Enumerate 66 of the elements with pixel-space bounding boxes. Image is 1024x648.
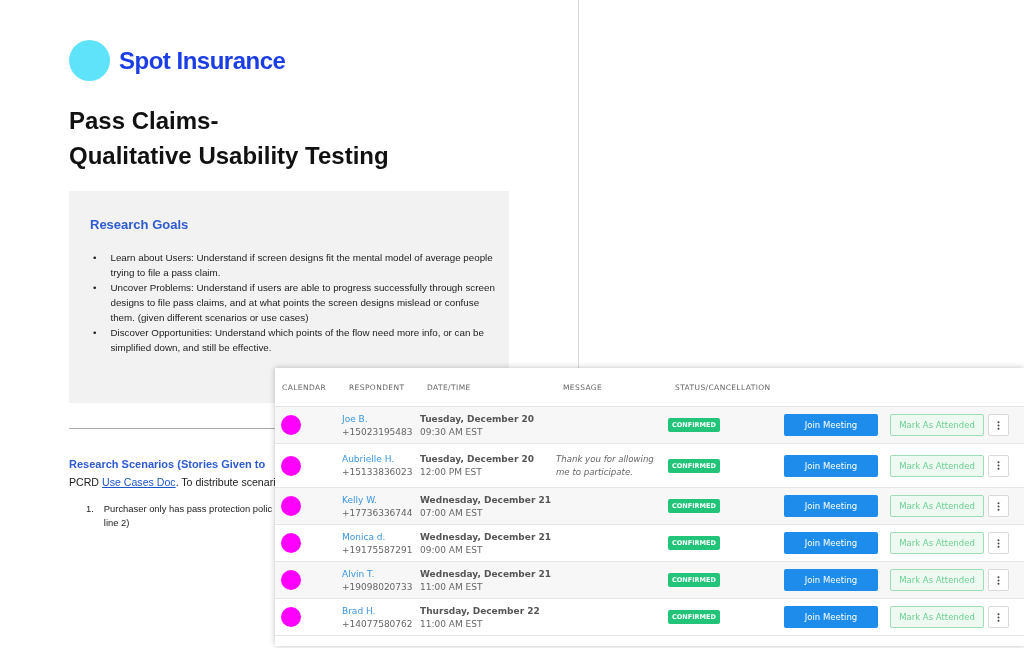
section-heading: Research Goals — [90, 217, 190, 232]
scenario-text: Purchaser only has pass protection polic line 2) — [103, 502, 273, 530]
respondent-name[interactable]: Aubrielle H. — [342, 454, 420, 464]
more-button[interactable] — [988, 414, 1009, 436]
bullet-marker: • — [93, 326, 97, 340]
phone-number: +19098020733 — [342, 581, 414, 592]
join-meeting-button[interactable]: Join Meeting — [784, 532, 878, 554]
more-icon — [997, 461, 1000, 470]
goal-text: Learn about Users: Understand if screen designs fit the mental model of average people trying to file a pass claim. — [110, 251, 494, 280]
brand-name: Spot Insurance — [119, 46, 286, 75]
phone-number: +15133836023 — [342, 467, 414, 477]
join-meeting-button[interactable]: Join Meeting — [784, 495, 878, 517]
more-button[interactable] — [988, 454, 1009, 477]
meeting-time: 12:00 PM EST — [420, 467, 483, 477]
respondent-name[interactable]: Monica d. — [342, 531, 420, 542]
join-meeting-button[interactable]: Join Meeting — [784, 414, 878, 436]
goal-text: Uncover Problems: Understand if users are able to progress successfully through screen designs to file pass claims, and at what points the screen designs mislead or confuse them. (given different scenarios or use cases) — [110, 281, 496, 325]
meeting-date: Tuesday, December 20 — [420, 454, 535, 464]
meeting-date: Tuesday, December 20 — [420, 413, 535, 424]
meeting-time: 11:00 AM EST — [420, 581, 484, 592]
meeting-time: 09:30 AM EST — [420, 426, 484, 437]
respondent-name[interactable]: Alvin T. — [342, 568, 420, 579]
more-button[interactable] — [988, 606, 1009, 628]
phone-number: +19175587291 — [342, 544, 414, 555]
document-title: Pass Claims- — [69, 106, 220, 136]
mark-attended-button[interactable]: Mark As Attended — [890, 414, 984, 436]
meeting-date: Wednesday, December 21 — [420, 568, 552, 579]
respondent-name[interactable]: Brad H. — [342, 605, 420, 616]
mark-attended-button[interactable]: Mark As Attended — [890, 454, 984, 477]
meeting-time: 09:00 AM EST — [420, 544, 484, 555]
more-button[interactable] — [988, 495, 1009, 517]
meeting-time: 11:00 AM EST — [420, 618, 484, 629]
mark-attended-button[interactable]: Mark As Attended — [890, 532, 984, 554]
phone-number: +15023195483 — [342, 426, 414, 437]
logo-icon — [69, 40, 110, 81]
join-meeting-button[interactable]: Join Meeting — [784, 569, 878, 591]
more-icon — [997, 612, 1000, 622]
respondent-name[interactable]: Kelly W. — [342, 494, 420, 505]
meeting-date: Wednesday, December 21 — [420, 494, 552, 505]
join-meeting-button[interactable]: Join Meeting — [784, 454, 878, 477]
mark-attended-button[interactable]: Mark As Attended — [890, 495, 984, 517]
meeting-time: 07:00 AM EST — [420, 507, 484, 518]
more-icon — [997, 420, 1000, 430]
meeting-date: Wednesday, December 21 — [420, 531, 552, 542]
section-heading: Research Scenarios (Stories Given to — [69, 458, 266, 470]
mark-attended-button[interactable]: Mark As Attended — [890, 569, 984, 591]
more-icon — [997, 575, 1000, 585]
intro-text: . To distribute scenari — [175, 476, 276, 488]
more-icon — [997, 501, 1000, 511]
bullet-marker: • — [93, 251, 97, 265]
bullet-marker: • — [93, 281, 97, 295]
more-icon — [997, 538, 1000, 548]
phone-number: +14077580762 — [342, 618, 414, 629]
use-cases-link[interactable]: Use Cases Doc — [102, 476, 176, 488]
join-meeting-button[interactable]: Join Meeting — [784, 606, 878, 628]
phone-number: +17736336744 — [342, 507, 414, 518]
mark-attended-button[interactable]: Mark As Attended — [890, 606, 984, 628]
list-number: 1. — [86, 502, 94, 516]
respondent-name[interactable]: Joe B. — [342, 413, 420, 424]
more-button[interactable] — [988, 532, 1009, 554]
meeting-date: Thursday, December 22 — [420, 605, 541, 616]
message-text: Thank you for allowing me to participate. — [556, 452, 655, 479]
intro-text: PCRD — [69, 476, 100, 488]
document-title: Qualitative Usability Testing — [69, 141, 390, 171]
more-button[interactable] — [988, 569, 1009, 591]
goal-text: Discover Opportunities: Understand which points of the flow need more info, or can be simplified down, and still be effective. — [110, 326, 485, 355]
